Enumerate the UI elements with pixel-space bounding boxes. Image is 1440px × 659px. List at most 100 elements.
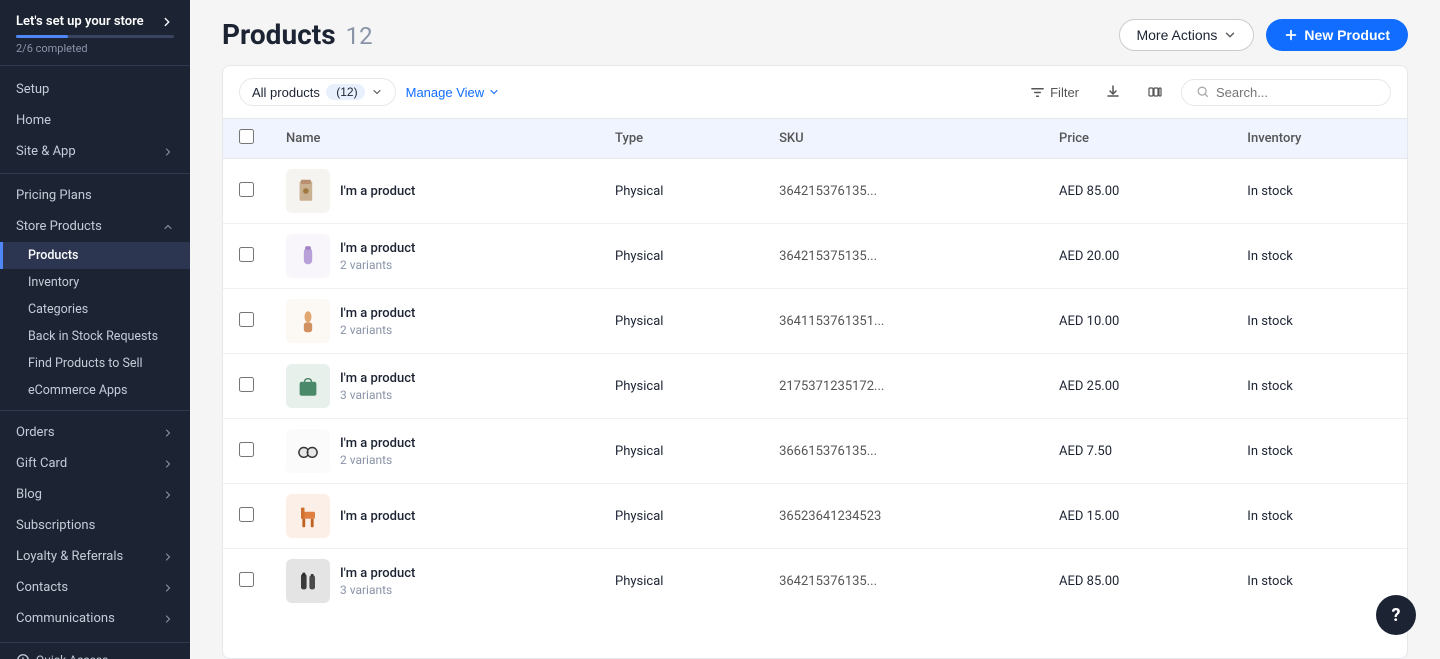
row-checkbox-cell[interactable] bbox=[223, 419, 270, 484]
row-checkbox-5[interactable] bbox=[239, 507, 254, 522]
header-actions: More Actions New Product bbox=[1119, 19, 1408, 51]
chevron-right-icon bbox=[162, 551, 174, 563]
row-inventory-cell: In stock bbox=[1231, 419, 1407, 484]
sidebar-item-orders[interactable]: Orders bbox=[0, 417, 190, 448]
chevron-right-icon bbox=[162, 427, 174, 439]
columns-button[interactable] bbox=[1139, 76, 1171, 108]
plus-icon bbox=[1284, 28, 1298, 42]
chevron-down-icon bbox=[488, 86, 500, 98]
row-price-cell: AED 15.00 bbox=[1043, 484, 1231, 549]
table-row[interactable]: I'm a product2 variants Physical 3642153… bbox=[223, 224, 1407, 289]
table-row[interactable]: I'm a product3 variants Physical 2175371… bbox=[223, 354, 1407, 419]
row-sku-cell: 364215376135... bbox=[763, 159, 1043, 224]
chevron-up-icon bbox=[162, 221, 174, 233]
row-sku-cell: 364215375135... bbox=[763, 224, 1043, 289]
table-scroll: Name Type SKU Price Inventory bbox=[223, 119, 1407, 658]
search-input[interactable] bbox=[1216, 85, 1376, 100]
row-inventory-cell: In stock bbox=[1231, 224, 1407, 289]
product-thumbnail bbox=[286, 169, 330, 213]
more-actions-button[interactable]: More Actions bbox=[1119, 19, 1254, 51]
sidebar-item-store-products[interactable]: Store Products bbox=[0, 211, 190, 242]
filter-icon bbox=[1030, 85, 1045, 100]
row-inventory-cell: In stock bbox=[1231, 354, 1407, 419]
row-inventory-cell: In stock bbox=[1231, 484, 1407, 549]
sidebar-item-communications[interactable]: Communications bbox=[0, 603, 190, 634]
product-thumbnail bbox=[286, 299, 330, 343]
row-name-cell: I'm a product bbox=[270, 159, 599, 224]
sidebar-store-setup[interactable]: Let's set up your store bbox=[16, 14, 174, 29]
row-sku-cell: 3641153761351... bbox=[763, 289, 1043, 354]
page-title: Products 12 bbox=[222, 18, 373, 51]
sidebar-sub-item-find-products[interactable]: Find Products to Sell bbox=[0, 350, 190, 377]
sidebar-item-home[interactable]: Home bbox=[0, 105, 190, 136]
row-checkbox-cell[interactable] bbox=[223, 289, 270, 354]
row-checkbox-cell[interactable] bbox=[223, 549, 270, 614]
row-name-cell: I'm a product2 variants bbox=[270, 419, 599, 484]
sidebar-sub-item-categories[interactable]: Categories bbox=[0, 296, 190, 323]
product-thumbnail bbox=[286, 494, 330, 538]
new-product-button[interactable]: New Product bbox=[1266, 19, 1408, 51]
sidebar-nav: Setup Home Site & App Pricing Plans Stor… bbox=[0, 66, 190, 642]
row-price-cell: AED 7.50 bbox=[1043, 419, 1231, 484]
row-checkbox-2[interactable] bbox=[239, 312, 254, 327]
sidebar-item-subscriptions[interactable]: Subscriptions bbox=[0, 510, 190, 541]
chevron-down-icon bbox=[1223, 28, 1237, 42]
sidebar-header: Let's set up your store 2/6 completed bbox=[0, 0, 190, 66]
chevron-right-icon bbox=[162, 613, 174, 625]
row-checkbox-4[interactable] bbox=[239, 442, 254, 457]
table-row[interactable]: I'm a product Physical 364215376135... A… bbox=[223, 159, 1407, 224]
product-thumbnail bbox=[286, 429, 330, 473]
row-type-cell: Physical bbox=[599, 484, 763, 549]
row-sku-cell: 2175371235172... bbox=[763, 354, 1043, 419]
row-price-cell: AED 85.00 bbox=[1043, 549, 1231, 614]
row-type-cell: Physical bbox=[599, 159, 763, 224]
table-row[interactable]: I'm a product3 variants Physical 3642153… bbox=[223, 549, 1407, 614]
row-checkbox-cell[interactable] bbox=[223, 484, 270, 549]
table-row[interactable]: I'm a product2 variants Physical 3666153… bbox=[223, 419, 1407, 484]
page-title-count: 12 bbox=[346, 22, 373, 50]
row-price-cell: AED 10.00 bbox=[1043, 289, 1231, 354]
select-all-cell[interactable] bbox=[223, 119, 270, 159]
sidebar: Let's set up your store 2/6 completed Se… bbox=[0, 0, 190, 659]
sidebar-sub-item-inventory[interactable]: Inventory bbox=[0, 269, 190, 296]
row-checkbox-cell[interactable] bbox=[223, 354, 270, 419]
select-all-checkbox[interactable] bbox=[239, 129, 254, 144]
export-button[interactable] bbox=[1097, 76, 1129, 108]
sidebar-sub-item-back-in-stock[interactable]: Back in Stock Requests bbox=[0, 323, 190, 350]
table-header: Name Type SKU Price Inventory bbox=[223, 119, 1407, 159]
row-type-cell: Physical bbox=[599, 354, 763, 419]
columns-icon bbox=[1147, 84, 1163, 100]
row-checkbox-0[interactable] bbox=[239, 182, 254, 197]
table-row[interactable]: I'm a product2 variants Physical 3641153… bbox=[223, 289, 1407, 354]
all-products-filter[interactable]: All products (12) bbox=[239, 78, 396, 106]
row-checkbox-1[interactable] bbox=[239, 247, 254, 262]
sidebar-item-loyalty[interactable]: Loyalty & Referrals bbox=[0, 541, 190, 572]
row-checkbox-cell[interactable] bbox=[223, 159, 270, 224]
col-header-sku: SKU bbox=[763, 119, 1043, 159]
sidebar-item-setup[interactable]: Setup bbox=[0, 74, 190, 105]
products-tbody: I'm a product Physical 364215376135... A… bbox=[223, 159, 1407, 614]
table-container: All products (12) Manage View Filter bbox=[222, 65, 1408, 659]
quick-access-button[interactable]: Quick Access bbox=[16, 653, 174, 659]
sidebar-item-contacts[interactable]: Contacts bbox=[0, 572, 190, 603]
products-table: Name Type SKU Price Inventory bbox=[223, 119, 1407, 613]
manage-view-button[interactable]: Manage View bbox=[406, 85, 501, 100]
col-header-inventory: Inventory bbox=[1231, 119, 1407, 159]
help-button[interactable]: ? bbox=[1376, 595, 1416, 635]
sidebar-item-pricing[interactable]: Pricing Plans bbox=[0, 180, 190, 211]
sidebar-sub-item-ecommerce-apps[interactable]: eCommerce Apps bbox=[0, 377, 190, 404]
sidebar-item-blog[interactable]: Blog bbox=[0, 479, 190, 510]
row-checkbox-cell[interactable] bbox=[223, 224, 270, 289]
product-thumbnail bbox=[286, 364, 330, 408]
progress-bar-bg bbox=[16, 35, 174, 38]
row-checkbox-3[interactable] bbox=[239, 377, 254, 392]
filter-button[interactable]: Filter bbox=[1022, 80, 1087, 105]
row-type-cell: Physical bbox=[599, 419, 763, 484]
row-name-cell: I'm a product3 variants bbox=[270, 354, 599, 419]
sidebar-item-site-app[interactable]: Site & App bbox=[0, 136, 190, 167]
row-checkbox-6[interactable] bbox=[239, 572, 254, 587]
sidebar-sub-item-products[interactable]: Products bbox=[0, 242, 190, 269]
chevron-right-icon bbox=[162, 582, 174, 594]
table-row[interactable]: I'm a product Physical 36523641234523 AE… bbox=[223, 484, 1407, 549]
sidebar-item-gift-card[interactable]: Gift Card bbox=[0, 448, 190, 479]
